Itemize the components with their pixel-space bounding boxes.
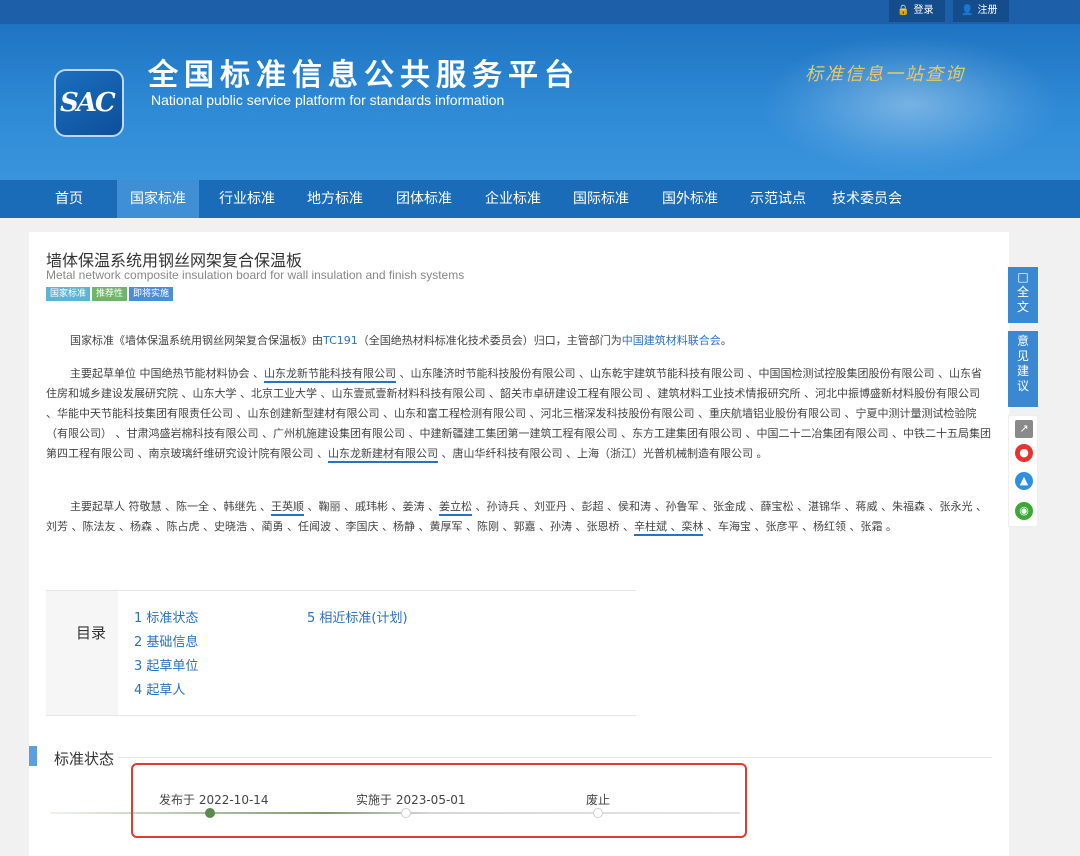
- toc-link-similar-standards[interactable]: 5 相近标准(计划): [307, 607, 408, 626]
- nav-item-foreign[interactable]: 国外标准: [651, 180, 729, 218]
- weibo-icon[interactable]: ●: [1015, 444, 1033, 462]
- banner-globe-decoration: [760, 34, 1060, 174]
- highlighted-drafter: 辛柱斌: [633, 520, 667, 536]
- highlighted-drafter: 栾林: [681, 520, 704, 536]
- site-banner: SAC 全国标准信息公共服务平台 National public service…: [0, 24, 1080, 180]
- feedback-side-button[interactable]: 意见建议: [1008, 331, 1038, 407]
- highlighted-unit: 山东龙新建材有限公司: [328, 447, 438, 463]
- wechat-icon[interactable]: ◉: [1015, 502, 1033, 520]
- fulltext-side-button[interactable]: □ 全文: [1008, 267, 1038, 323]
- toc-link-status[interactable]: 1 标准状态: [134, 607, 198, 626]
- nav-item-international[interactable]: 国际标准: [562, 180, 640, 218]
- sac-logo[interactable]: SAC: [54, 69, 124, 137]
- user-icon: 👤: [961, 5, 974, 16]
- intro-paragraph: 国家标准《墙体保温系统用钢丝网架复合保温板》由TC191（全国绝热材料标准化技术…: [70, 334, 732, 347]
- nav-item-committee[interactable]: 技术委员会: [823, 180, 911, 218]
- nav-item-group[interactable]: 团体标准: [385, 180, 463, 218]
- standard-tags: 国家标准 推荐性 即将实施: [46, 287, 175, 301]
- drafting-units-paragraph: 主要起草单位 中国绝热节能材料协会 、山东龙新节能科技有限公司 、山东隆济时节能…: [46, 364, 992, 464]
- department-link[interactable]: 中国建筑材料联合会: [622, 334, 721, 347]
- nav-item-industry[interactable]: 行业标准: [208, 180, 286, 218]
- main-nav: 首页 国家标准 行业标准 地方标准 团体标准 企业标准 国际标准 国外标准 示范…: [0, 180, 1080, 218]
- toc-header: 目录: [46, 591, 118, 715]
- lock-icon: 🔒: [897, 5, 910, 16]
- login-button[interactable]: 🔒 登录: [889, 0, 945, 22]
- register-button[interactable]: 👤 注册: [953, 0, 1009, 22]
- slogan-calligraphy: 标准信息一站查询: [805, 64, 965, 85]
- site-subtitle: National public service platform for sta…: [151, 92, 505, 108]
- qq-icon[interactable]: ▲: [1015, 472, 1033, 490]
- highlighted-drafter: 王英顺: [271, 500, 304, 516]
- document-icon: □: [1017, 270, 1029, 284]
- standard-english-title: Metal network composite insulation board…: [46, 268, 465, 282]
- tag-national: 国家标准: [46, 287, 91, 301]
- nav-item-national[interactable]: 国家标准: [117, 180, 199, 218]
- share-panel: ↗ ● ▲ ◉: [1008, 415, 1038, 527]
- drafters-paragraph: 主要起草人 符敬慧 、陈一全 、韩继先 、王英顺 、鞠丽 、戚玮彬 、姜涛 、姜…: [46, 497, 992, 537]
- toc-link-basic-info[interactable]: 2 基础信息: [134, 631, 198, 650]
- section-divider: [118, 757, 992, 758]
- nav-item-home[interactable]: 首页: [40, 180, 98, 218]
- site-title: 全国标准信息公共服务平台: [148, 58, 580, 93]
- highlighted-unit: 山东龙新节能科技有限公司: [264, 367, 396, 383]
- highlighted-drafter: 姜立松: [439, 500, 472, 516]
- tag-upcoming: 即将实施: [129, 287, 174, 301]
- top-bar: 🔒 登录 👤 注册: [0, 0, 1080, 24]
- nav-item-local[interactable]: 地方标准: [296, 180, 374, 218]
- nav-item-pilot[interactable]: 示范试点: [739, 180, 817, 218]
- table-of-contents: 目录 1 标准状态 2 基础信息 3 起草单位 4 起草人 5 相近标准(计划): [46, 590, 636, 716]
- section-accent-bar: [29, 746, 37, 766]
- annotation-red-box: [131, 763, 747, 838]
- nav-item-enterprise[interactable]: 企业标准: [474, 180, 552, 218]
- tc-link[interactable]: TC191: [323, 334, 358, 347]
- share-icon[interactable]: ↗: [1015, 420, 1033, 438]
- section-title-status: 标准状态: [54, 750, 115, 768]
- tag-recommended: 推荐性: [92, 287, 128, 301]
- toc-link-drafters[interactable]: 4 起草人: [134, 679, 185, 698]
- toc-link-drafting-units[interactable]: 3 起草单位: [134, 655, 198, 674]
